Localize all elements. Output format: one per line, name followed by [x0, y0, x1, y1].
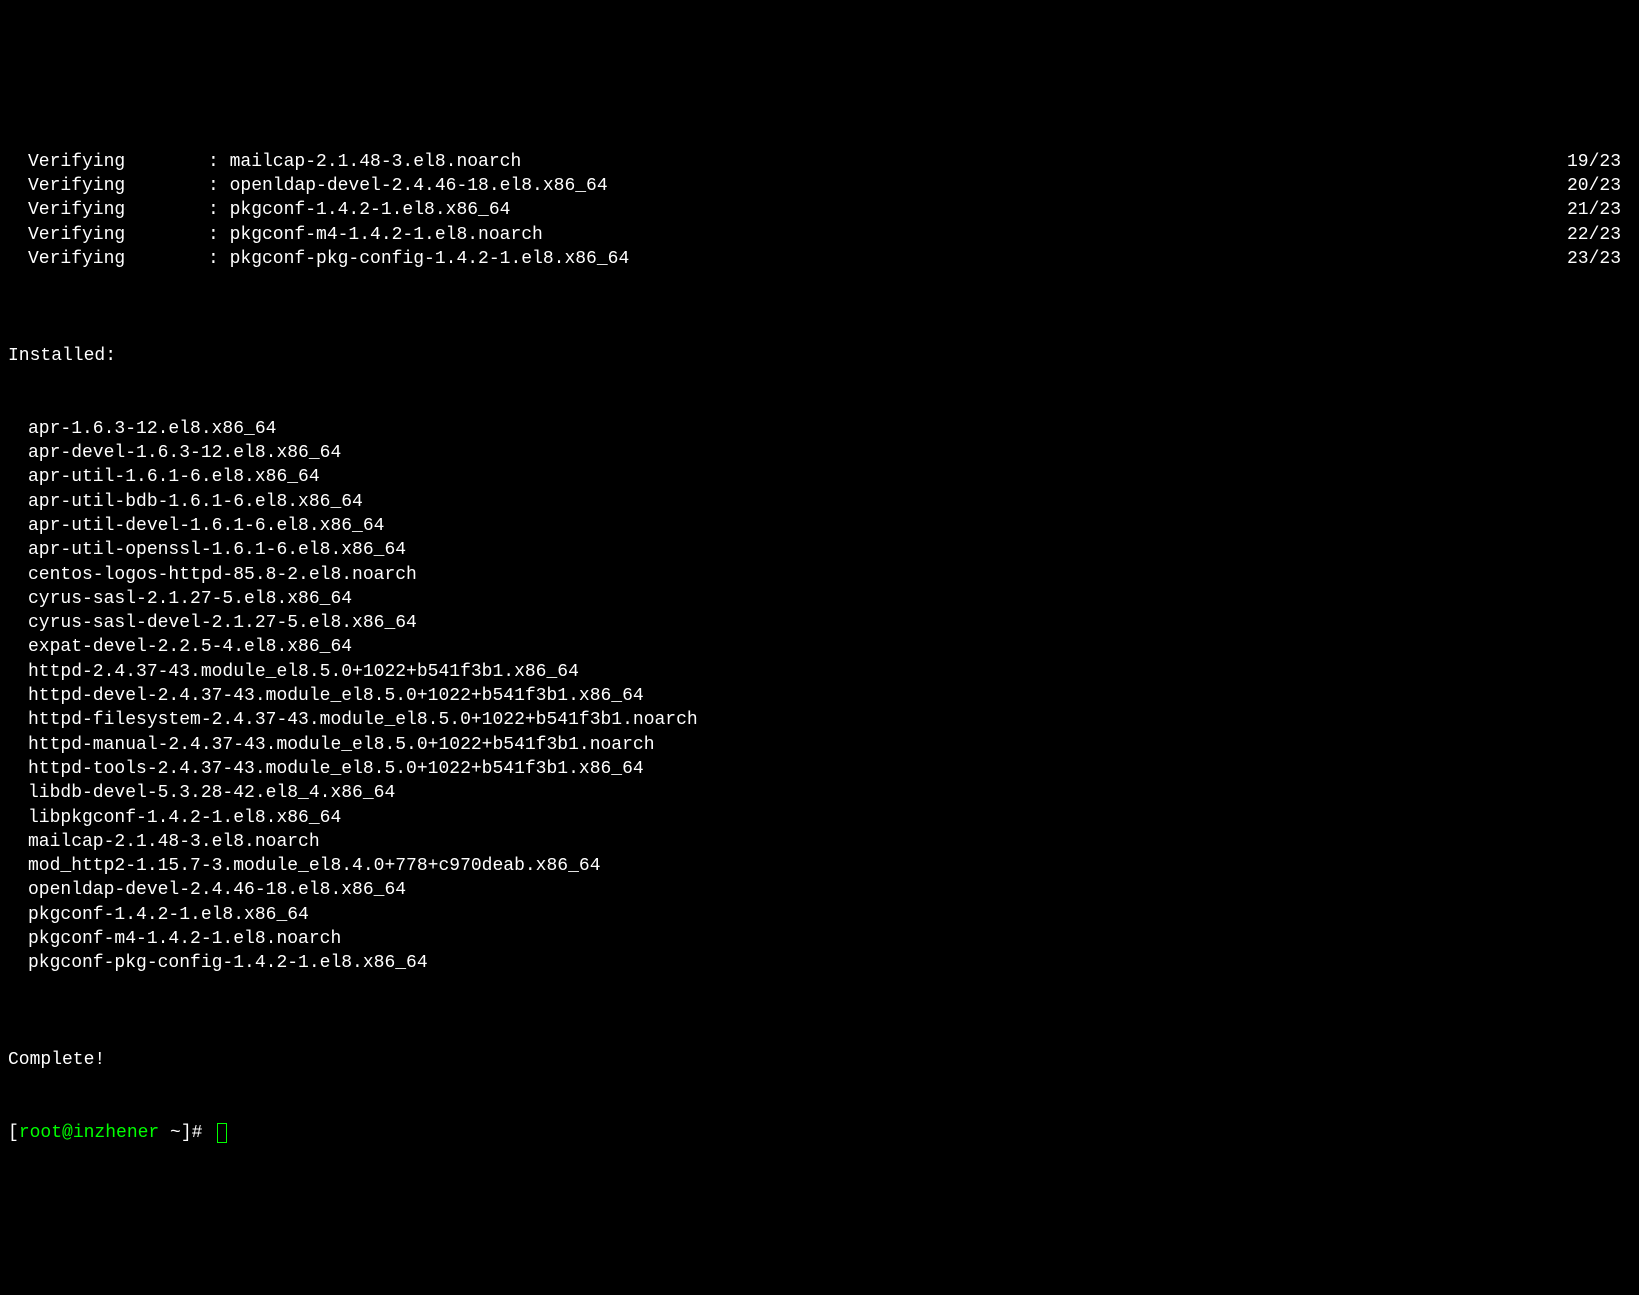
terminal-output: Verifying: mailcap-2.1.48-3.el8.noarch19… [8, 101, 1631, 1169]
prompt-close-bracket: ]# [181, 1121, 213, 1145]
installed-package: apr-1.6.3-12.el8.x86_64 [8, 417, 1631, 441]
complete-message: Complete! [8, 1048, 1631, 1072]
verify-package: : mailcap-2.1.48-3.el8.noarch [208, 150, 521, 174]
verify-label: Verifying [8, 198, 208, 222]
verify-line: Verifying: pkgconf-1.4.2-1.el8.x86_64 21/… [8, 198, 1631, 222]
verify-label: Verifying [8, 223, 208, 247]
installed-package: cyrus-sasl-devel-2.1.27-5.el8.x86_64 [8, 611, 1631, 635]
verify-package: : pkgconf-m4-1.4.2-1.el8.noarch [208, 223, 543, 247]
verify-label: Verifying [8, 174, 208, 198]
installed-package: httpd-filesystem-2.4.37-43.module_el8.5.… [8, 708, 1631, 732]
installed-header: Installed: [8, 344, 1631, 368]
installed-package: httpd-manual-2.4.37-43.module_el8.5.0+10… [8, 733, 1631, 757]
cursor-icon [217, 1123, 227, 1143]
installed-package: libpkgconf-1.4.2-1.el8.x86_64 [8, 806, 1631, 830]
verify-line: Verifying: pkgconf-pkg-config-1.4.2-1.el… [8, 247, 1631, 271]
installed-package: httpd-2.4.37-43.module_el8.5.0+1022+b541… [8, 660, 1631, 684]
prompt-path: ~ [159, 1121, 181, 1145]
verify-package: : pkgconf-pkg-config-1.4.2-1.el8.x86_64 [208, 247, 629, 271]
installed-package: expat-devel-2.2.5-4.el8.x86_64 [8, 635, 1631, 659]
installed-package: openldap-devel-2.4.46-18.el8.x86_64 [8, 878, 1631, 902]
installed-package: mailcap-2.1.48-3.el8.noarch [8, 830, 1631, 854]
installed-package: cyrus-sasl-2.1.27-5.el8.x86_64 [8, 587, 1631, 611]
installed-package: pkgconf-m4-1.4.2-1.el8.noarch [8, 927, 1631, 951]
installed-package: apr-util-1.6.1-6.el8.x86_64 [8, 465, 1631, 489]
installed-section: apr-1.6.3-12.el8.x86_64apr-devel-1.6.3-1… [8, 417, 1631, 976]
installed-package: httpd-devel-2.4.37-43.module_el8.5.0+102… [8, 684, 1631, 708]
verify-line: Verifying: openldap-devel-2.4.46-18.el8.… [8, 174, 1631, 198]
prompt-open-bracket: [ [8, 1121, 19, 1145]
installed-package: mod_http2-1.15.7-3.module_el8.4.0+778+c9… [8, 854, 1631, 878]
verify-count: 23/23 [1567, 247, 1631, 271]
prompt-user-host: root@inzhener [19, 1121, 159, 1145]
installed-package: pkgconf-1.4.2-1.el8.x86_64 [8, 903, 1631, 927]
verify-count: 19/23 [1567, 150, 1631, 174]
installed-package: pkgconf-pkg-config-1.4.2-1.el8.x86_64 [8, 951, 1631, 975]
verifying-section: Verifying: mailcap-2.1.48-3.el8.noarch19… [8, 150, 1631, 271]
verify-line: Verifying: pkgconf-m4-1.4.2-1.el8.noarch… [8, 223, 1631, 247]
installed-package: httpd-tools-2.4.37-43.module_el8.5.0+102… [8, 757, 1631, 781]
verify-count: 22/23 [1567, 223, 1631, 247]
verify-label: Verifying [8, 150, 208, 174]
installed-package: centos-logos-httpd-85.8-2.el8.noarch [8, 563, 1631, 587]
verify-package: : openldap-devel-2.4.46-18.el8.x86_64 [208, 174, 608, 198]
installed-package: apr-util-devel-1.6.1-6.el8.x86_64 [8, 514, 1631, 538]
installed-package: libdb-devel-5.3.28-42.el8_4.x86_64 [8, 781, 1631, 805]
installed-package: apr-util-openssl-1.6.1-6.el8.x86_64 [8, 538, 1631, 562]
verify-count: 20/23 [1567, 174, 1631, 198]
installed-package: apr-devel-1.6.3-12.el8.x86_64 [8, 441, 1631, 465]
verify-line: Verifying: mailcap-2.1.48-3.el8.noarch 19… [8, 150, 1631, 174]
installed-package: apr-util-bdb-1.6.1-6.el8.x86_64 [8, 490, 1631, 514]
verify-count: 21/23 [1567, 198, 1631, 222]
shell-prompt[interactable]: [root@inzhener ~]# [8, 1121, 1631, 1145]
verify-label: Verifying [8, 247, 208, 271]
verify-package: : pkgconf-1.4.2-1.el8.x86_64 [208, 198, 510, 222]
